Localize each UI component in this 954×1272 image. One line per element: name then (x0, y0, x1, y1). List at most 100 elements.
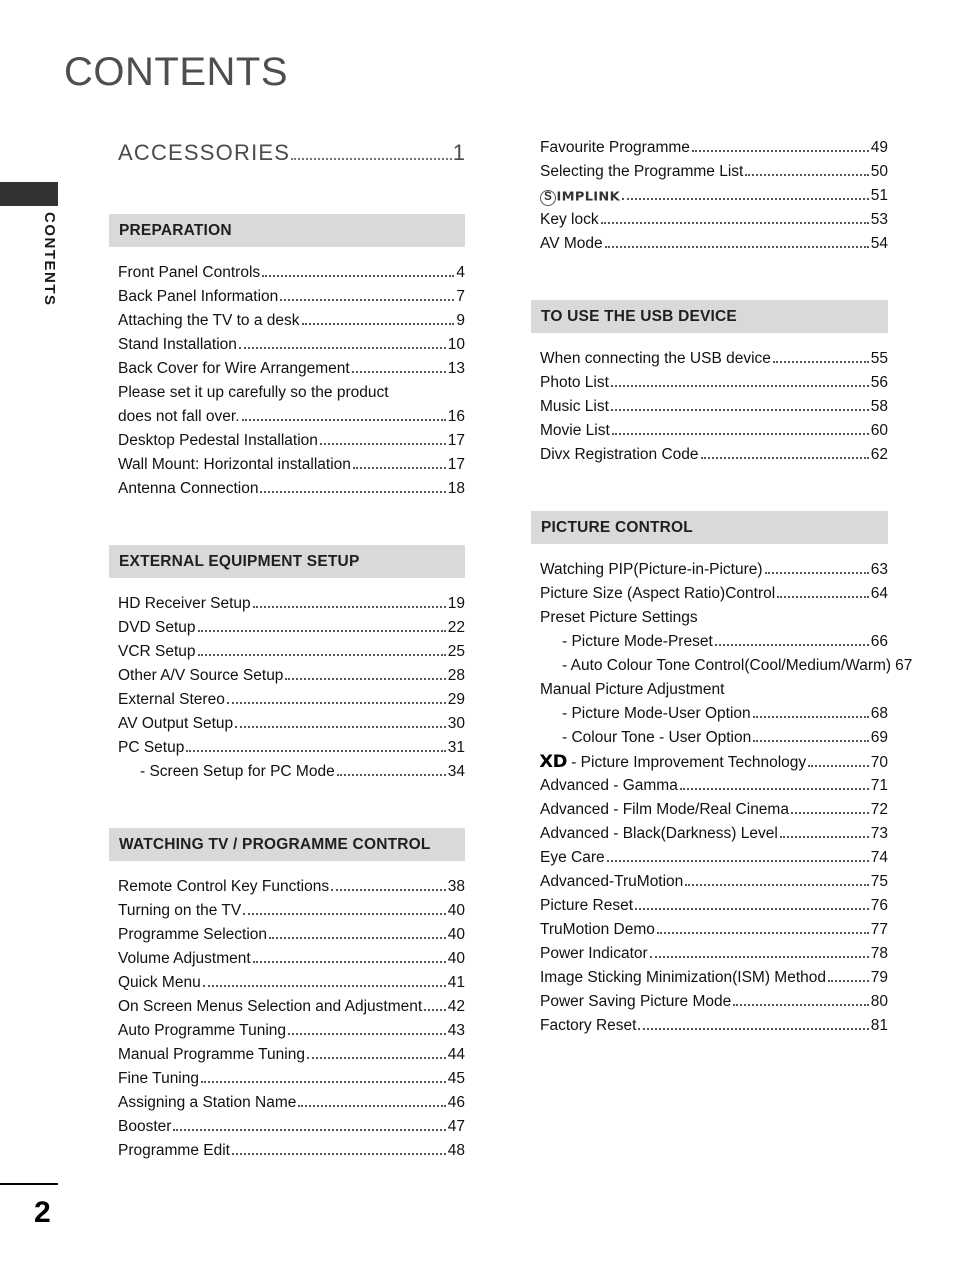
toc-entry-label: Wall Mount: Horizontal installation (118, 456, 351, 473)
dot-leader (610, 385, 869, 387)
dot-leader (226, 702, 446, 704)
toc-entry[interactable]: Eye Care 74 (540, 850, 888, 874)
toc-entry-label: Watching PIP(Picture-in-Picture) (540, 561, 763, 578)
toc-entry-label: Key lock (540, 211, 599, 228)
toc-entry[interactable]: Other A/V Source Setup 28 (118, 668, 465, 692)
margin-tab-label: CONTENTS (41, 212, 58, 307)
toc-list: When connecting the USB device 55 Photo Li… (531, 351, 888, 471)
toc-entry[interactable]: Advanced-TruMotion 75 (540, 874, 888, 898)
toc-entry[interactable]: External Stereo 29 (118, 692, 465, 716)
toc-entry[interactable]: Advanced - Film Mode/Real Cinema 72 (540, 802, 888, 826)
toc-entry[interactable]: Desktop Pedestal Installation 17 (118, 433, 465, 457)
toc-entry[interactable]: Antenna Connection 18 (118, 481, 465, 505)
toc-entry[interactable]: Selecting the Programme List 50 (540, 164, 888, 188)
toc-entry-label: Advanced-TruMotion (540, 873, 684, 890)
dot-leader (753, 740, 869, 742)
toc-entry-label: When connecting the USB device (540, 350, 771, 367)
toc-entry-accessories[interactable]: ACCESSORIES 1 (109, 140, 465, 166)
toc-entry-label: TruMotion Demo (540, 921, 655, 938)
toc-entry-page: 28 (447, 667, 465, 684)
toc-entry[interactable]: Wall Mount: Horizontal installation 17 (118, 457, 465, 481)
toc-entry-page: 29 (447, 691, 465, 708)
toc-entry[interactable]: VCR Setup 25 (118, 644, 465, 668)
toc-entry[interactable]: Stand Installation 10 (118, 337, 465, 361)
toc-entry[interactable]: Programme Selection 40 (118, 927, 465, 951)
toc-entry-page: 58 (870, 398, 888, 415)
toc-entry-label: Assigning a Station Name (118, 1094, 297, 1111)
dot-leader (280, 299, 455, 301)
toc-entry[interactable]: Factory Reset 81 (540, 1018, 888, 1042)
toc-entry[interactable]: Assigning a Station Name 46 (118, 1095, 465, 1119)
toc-entry[interactable]: - Colour Tone - User Option 69 (540, 730, 888, 754)
toc-entry[interactable]: Back Panel Information 7 (118, 289, 465, 313)
toc-entry-label: VCR Setup (118, 643, 196, 660)
toc-entry[interactable]: Movie List 60 (540, 423, 888, 447)
toc-entry[interactable]: Attaching the TV to a desk 9 (118, 313, 465, 337)
toc-entry[interactable]: Power Indicator 78 (540, 946, 888, 970)
toc-entry[interactable]: Image Sticking Minimization(ISM) Method 7… (540, 970, 888, 994)
toc-entry[interactable]: Quick Menu 41 (118, 975, 465, 999)
toc-entry[interactable]: Power Saving Picture Mode 80 (540, 994, 888, 1018)
toc-entry[interactable]: Picture Reset 76 (540, 898, 888, 922)
dot-leader (231, 1153, 446, 1155)
toc-entry-page: 22 (447, 619, 465, 636)
dot-leader (269, 937, 446, 939)
toc-entry[interactable]: Back Cover for Wire Arrangement 13 (118, 361, 465, 385)
toc-entry[interactable]: - Picture Mode-User Option 68 (540, 706, 888, 730)
toc-entry[interactable]: XD - Picture Improvement Technology 70 (539, 754, 888, 778)
toc-entry[interactable]: HD Receiver Setup 19 (118, 596, 465, 620)
toc-entry[interactable]: Picture Size (Aspect Ratio)Control 64 (540, 586, 888, 610)
toc-entry[interactable]: Divx Registration Code 62 (540, 447, 888, 471)
dot-leader (173, 1129, 446, 1131)
toc-entry[interactable]: Auto Programme Tuning 43 (118, 1023, 465, 1047)
toc-entry[interactable]: does not fall over. 16 (118, 409, 465, 433)
toc-entry[interactable]: AV Output Setup 30 (118, 716, 465, 740)
toc-entry-label: AV Output Setup (118, 715, 234, 732)
toc-entry[interactable]: Manual Programme Tuning 44 (118, 1047, 465, 1071)
toc-entry-label: Power Indicator (540, 945, 648, 962)
toc-entry[interactable]: AV Mode 54 (540, 236, 888, 260)
toc-entry[interactable]: Turning on the TV 40 (118, 903, 465, 927)
toc-entry[interactable]: Remote Control Key Functions 38 (118, 879, 465, 903)
toc-entry[interactable]: Music List 58 (540, 399, 888, 423)
right-top-entries: Favourite Programme 49 Selecting the Progr… (531, 140, 888, 260)
dot-leader (691, 150, 869, 152)
toc-entry[interactable]: Watching PIP(Picture-in-Picture) 63 (540, 562, 888, 586)
toc-entry-page: 42 (447, 998, 465, 1015)
toc-entry[interactable]: Advanced - Gamma 71 (540, 778, 888, 802)
dot-leader (635, 908, 869, 910)
toc-entry[interactable]: Fine Tuning 45 (118, 1071, 465, 1095)
toc-entry[interactable]: TruMotion Demo 77 (540, 922, 888, 946)
simplink-wordmark: IMPLINK (556, 190, 620, 205)
toc-entry-page: 70 (870, 754, 888, 771)
toc-list: Watching PIP(Picture-in-Picture) 63 Pictur… (531, 562, 912, 1042)
toc-entry[interactable]: Favourite Programme 49 (540, 140, 888, 164)
toc-entry[interactable]: Advanced - Black(Darkness) Level 73 (540, 826, 888, 850)
toc-entry-label: Turning on the TV (118, 902, 242, 919)
toc-entry[interactable]: DVD Setup 22 (118, 620, 465, 644)
dot-leader (604, 246, 869, 248)
left-sections-container: PREPARATION Front Panel Controls 4 Back Pan… (109, 214, 465, 1167)
toc-entry[interactable]: - Screen Setup for PC Mode 34 (118, 764, 465, 788)
toc-entry[interactable]: When connecting the USB device 55 (540, 351, 888, 375)
toc-entry[interactable]: On Screen Menus Selection and Adjustment… (118, 999, 465, 1023)
toc-entry[interactable]: - Auto Colour Tone Control(Cool/Medium/W… (540, 658, 912, 682)
dot-leader (764, 572, 869, 574)
toc-entry-page: 80 (870, 993, 888, 1010)
toc-entry-label: AV Mode (540, 235, 603, 252)
dot-leader (285, 678, 446, 680)
dot-leader (197, 630, 446, 632)
dot-leader (656, 932, 869, 934)
toc-entry[interactable]: Programme Edit 48 (118, 1143, 465, 1167)
toc-entry[interactable]: Front Panel Controls 4 (118, 265, 465, 289)
toc-entry[interactable]: Booster 47 (118, 1119, 465, 1143)
toc-entry[interactable]: Key lock 53 (540, 212, 888, 236)
section-header: EXTERNAL EQUIPMENT SETUP (109, 545, 465, 578)
toc-entry-label: Auto Programme Tuning (118, 1022, 287, 1039)
toc-entry[interactable]: Volume Adjustment 40 (118, 951, 465, 975)
toc-entry[interactable]: - Picture Mode-Preset 66 (540, 634, 888, 658)
toc-entry[interactable]: S IMPLINK 51 (540, 188, 888, 212)
toc-entry[interactable]: Photo List 56 (540, 375, 888, 399)
toc-entry-label: Manual Programme Tuning (118, 1046, 305, 1063)
toc-entry[interactable]: PC Setup 31 (118, 740, 465, 764)
